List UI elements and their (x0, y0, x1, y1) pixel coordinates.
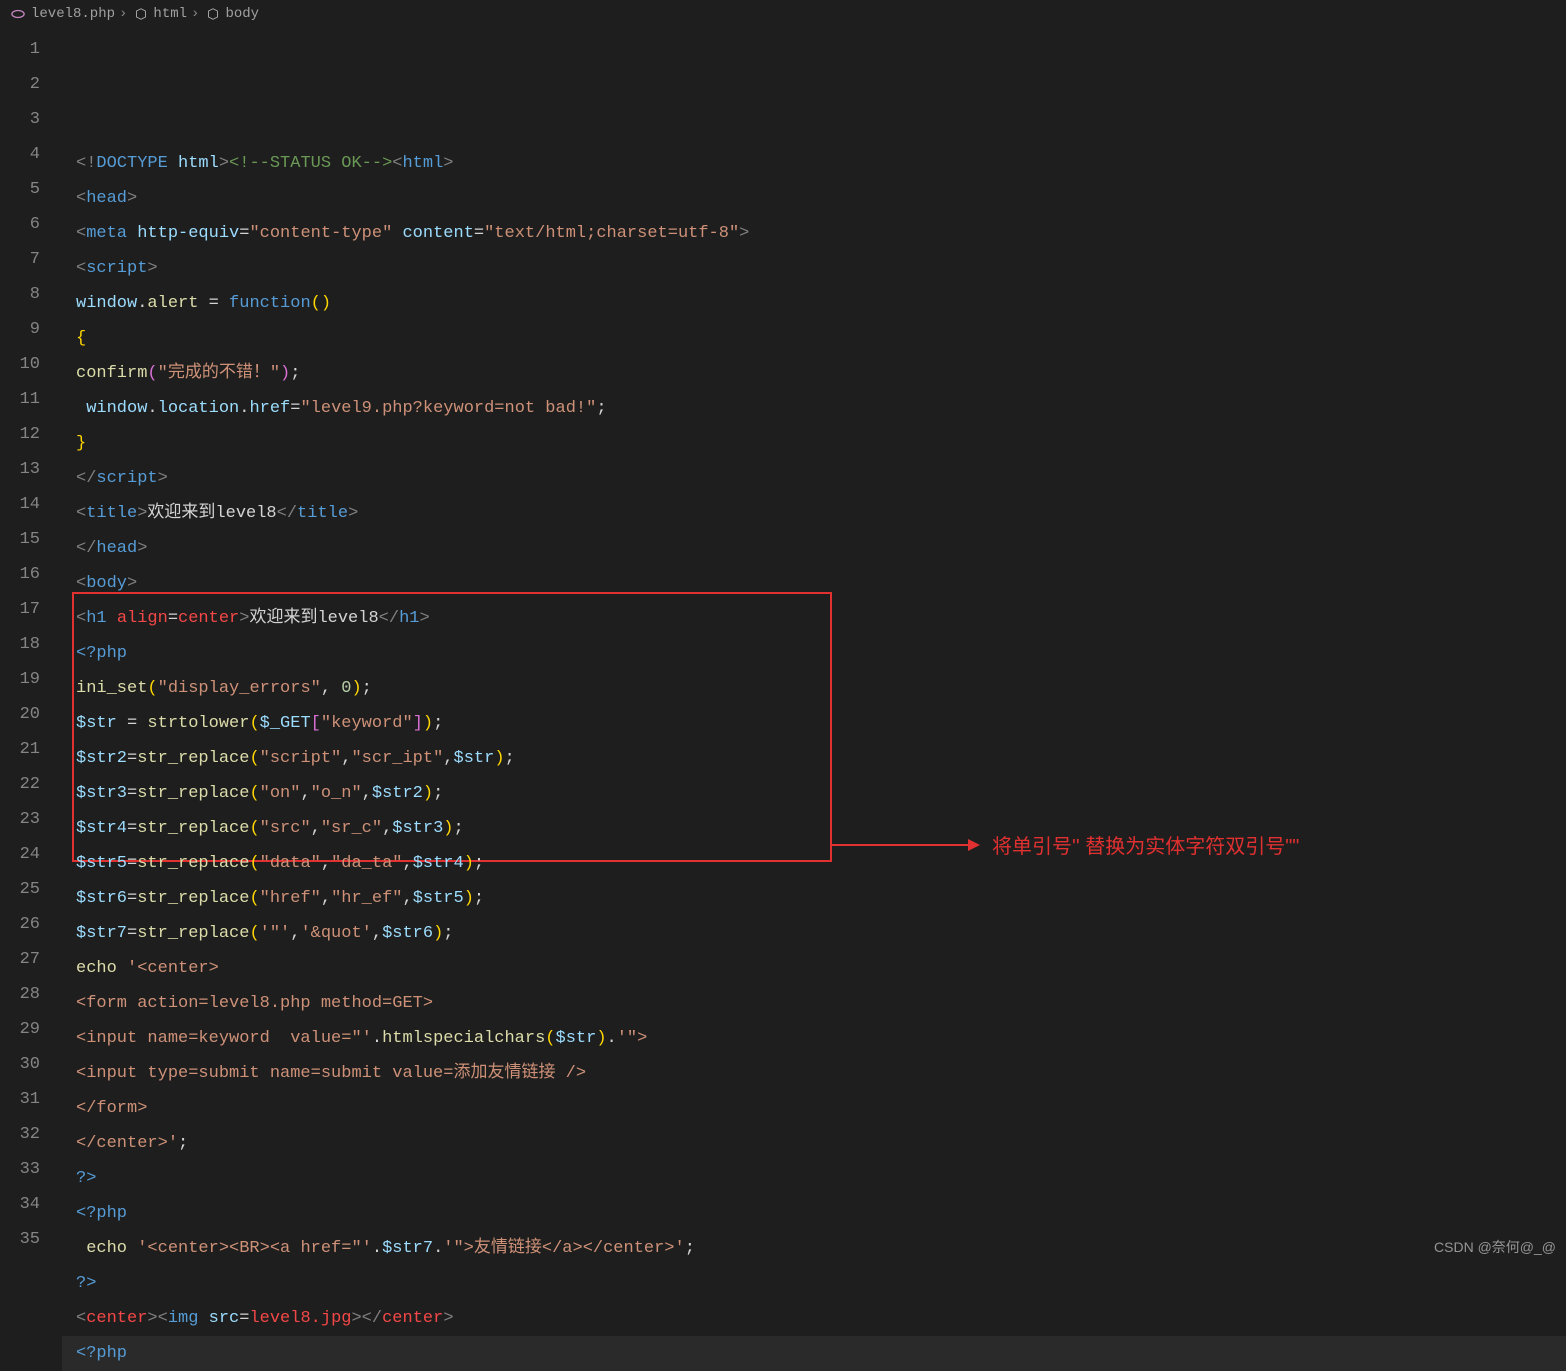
code-line[interactable]: <input type=submit name=submit value=添加友… (62, 1056, 1566, 1091)
line-number: 30 (0, 1047, 62, 1082)
chevron-icon: › (191, 6, 199, 22)
code-line[interactable]: <form action=level8.php method=GET> (62, 986, 1566, 1021)
line-number: 25 (0, 872, 62, 907)
code-line[interactable]: <meta http-equiv="content-type" content=… (62, 216, 1566, 251)
code-editor[interactable]: 1234567891011121314151617181920212223242… (0, 28, 1566, 1257)
line-number: 32 (0, 1117, 62, 1152)
code-area[interactable]: 将单引号'' 替换为实体字符双引号"" <!DOCTYPE html><!--S… (62, 28, 1566, 1257)
line-number: 19 (0, 662, 62, 697)
line-number: 2 (0, 67, 62, 102)
code-line[interactable]: confirm("完成的不错！"); (62, 356, 1566, 391)
code-line[interactable]: </head> (62, 531, 1566, 566)
line-number: 14 (0, 487, 62, 522)
line-number: 5 (0, 172, 62, 207)
line-number: 18 (0, 627, 62, 662)
symbol-icon (133, 6, 149, 22)
php-file-icon (10, 6, 26, 22)
line-number: 4 (0, 137, 62, 172)
code-line[interactable]: echo '<center><BR><a href="'.$str7.'">友情… (62, 1231, 1566, 1266)
line-number: 9 (0, 312, 62, 347)
code-line[interactable]: <input name=keyword value="'.htmlspecial… (62, 1021, 1566, 1056)
line-number: 31 (0, 1082, 62, 1117)
line-number: 7 (0, 242, 62, 277)
symbol-icon (205, 6, 221, 22)
line-number: 33 (0, 1152, 62, 1187)
code-line[interactable]: ini_set("display_errors", 0); (62, 671, 1566, 706)
line-number: 12 (0, 417, 62, 452)
line-gutter: 1234567891011121314151617181920212223242… (0, 28, 62, 1257)
code-line[interactable]: <?php (62, 1336, 1566, 1371)
code-line[interactable]: $str2=str_replace("script","scr_ipt",$st… (62, 741, 1566, 776)
line-number: 8 (0, 277, 62, 312)
line-number: 6 (0, 207, 62, 242)
code-line[interactable]: ?> (62, 1161, 1566, 1196)
code-line[interactable]: $str7=str_replace('"','&quot',$str6); (62, 916, 1566, 951)
line-number: 24 (0, 837, 62, 872)
line-number: 17 (0, 592, 62, 627)
breadcrumb[interactable]: level8.php › html › body (0, 0, 1566, 28)
line-number: 26 (0, 907, 62, 942)
line-number: 21 (0, 732, 62, 767)
breadcrumb-seg-0[interactable]: html (153, 6, 187, 22)
breadcrumb-file[interactable]: level8.php (31, 6, 115, 22)
code-line[interactable]: $str3=str_replace("on","o_n",$str2); (62, 776, 1566, 811)
code-line[interactable]: <?php (62, 1196, 1566, 1231)
code-line[interactable]: window.alert = function() (62, 286, 1566, 321)
line-number: 3 (0, 102, 62, 137)
code-line[interactable]: $str6=str_replace("href","hr_ef",$str5); (62, 881, 1566, 916)
line-number: 10 (0, 347, 62, 382)
code-line[interactable]: <h1 align=center>欢迎来到level8</h1> (62, 601, 1566, 636)
code-line[interactable]: $str = strtolower($_GET["keyword"]); (62, 706, 1566, 741)
line-number: 23 (0, 802, 62, 837)
code-line[interactable]: $str5=str_replace("data","da_ta",$str4); (62, 846, 1566, 881)
line-number: 29 (0, 1012, 62, 1047)
code-line[interactable]: <body> (62, 566, 1566, 601)
line-number: 15 (0, 522, 62, 557)
code-line[interactable]: <center><img src=level8.jpg></center> (62, 1301, 1566, 1336)
code-line[interactable]: } (62, 426, 1566, 461)
line-number: 1 (0, 32, 62, 67)
code-line[interactable]: <?php (62, 636, 1566, 671)
line-number: 35 (0, 1222, 62, 1257)
code-line[interactable]: ?> (62, 1266, 1566, 1301)
code-line[interactable]: <!DOCTYPE html><!--STATUS OK--><html> (62, 146, 1566, 181)
line-number: 34 (0, 1187, 62, 1222)
code-line[interactable]: </script> (62, 461, 1566, 496)
code-line[interactable]: <title>欢迎来到level8</title> (62, 496, 1566, 531)
chevron-icon: › (119, 6, 127, 22)
code-line[interactable]: echo '<center> (62, 951, 1566, 986)
line-number: 22 (0, 767, 62, 802)
code-line[interactable]: </center>'; (62, 1126, 1566, 1161)
code-line[interactable]: window.location.href="level9.php?keyword… (62, 391, 1566, 426)
watermark: CSDN @奈何@_@ (1434, 1237, 1556, 1257)
line-number: 16 (0, 557, 62, 592)
line-number: 11 (0, 382, 62, 417)
line-number: 28 (0, 977, 62, 1012)
code-line[interactable]: { (62, 321, 1566, 356)
line-number: 13 (0, 452, 62, 487)
breadcrumb-seg-1[interactable]: body (225, 6, 259, 22)
code-line[interactable]: $str4=str_replace("src","sr_c",$str3); (62, 811, 1566, 846)
code-line[interactable]: </form> (62, 1091, 1566, 1126)
line-number: 20 (0, 697, 62, 732)
line-number: 27 (0, 942, 62, 977)
code-line[interactable]: <head> (62, 181, 1566, 216)
code-line[interactable]: <script> (62, 251, 1566, 286)
